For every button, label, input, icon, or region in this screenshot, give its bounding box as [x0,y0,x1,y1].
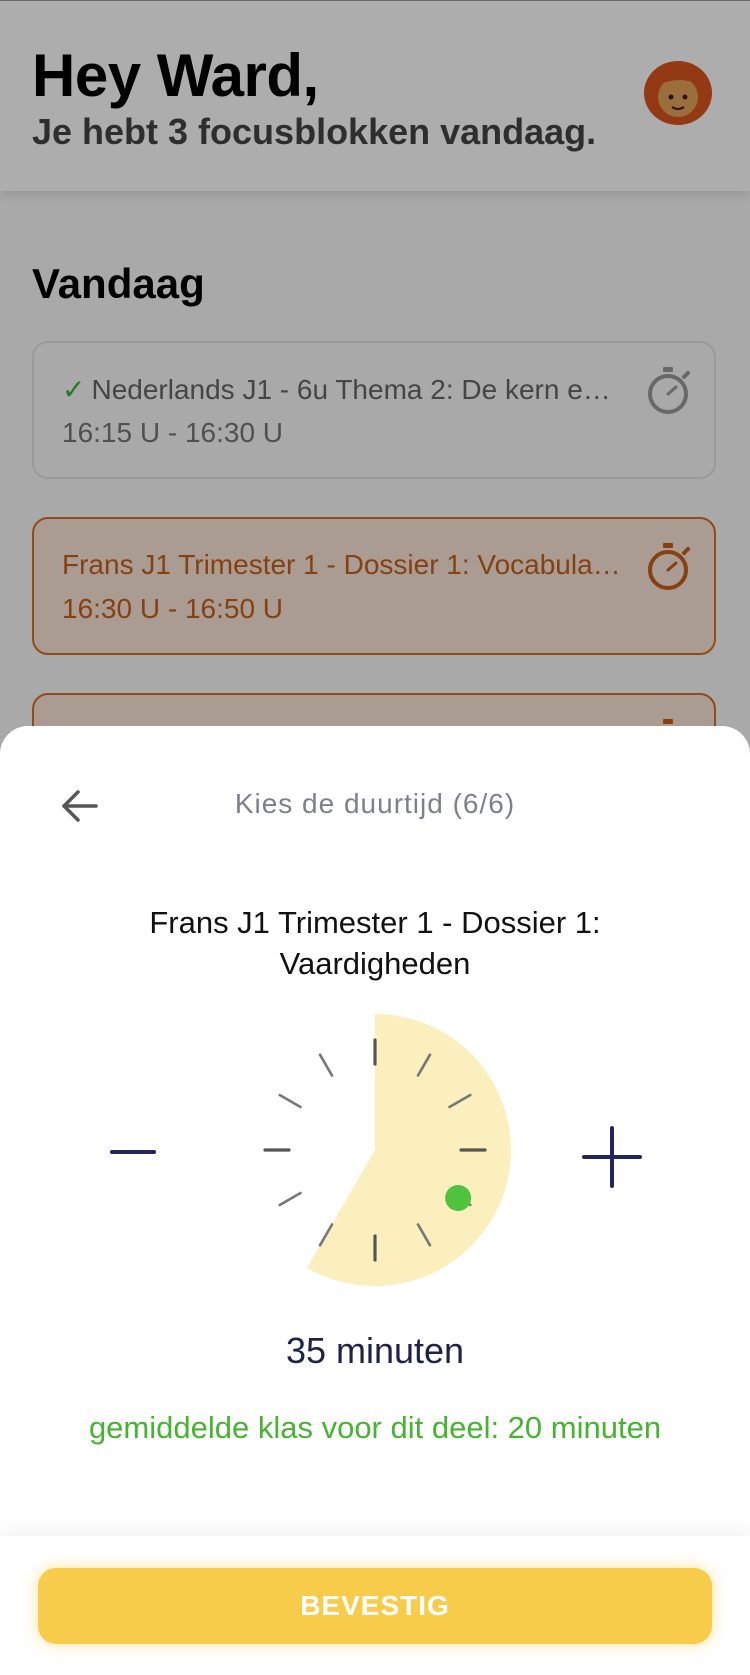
duration-picker-sheet: Kies de duurtijd (6/6) Frans J1 Trimeste… [0,726,750,1675]
dial-tick [278,1191,302,1207]
dial-tick [318,1053,334,1077]
duration-handle [445,1185,472,1211]
dial-tick [278,1093,302,1109]
selected-topic: Frans J1 Trimester 1 - Dossier 1: Vaardi… [149,905,601,981]
step-title: Kies de duurtijd (6/6) [234,788,516,819]
class-average-hint: gemiddelde klas voor dit deel: 20 minute… [88,1410,662,1445]
confirm-button[interactable]: BEVESTIG [38,1568,712,1644]
minus-icon[interactable] [108,1122,156,1182]
sheet-footer: BEVESTIG [0,1536,750,1675]
duration-value: 35 minuten [285,1330,465,1371]
plus-icon[interactable] [580,1122,644,1192]
duration-dial[interactable] [235,1010,515,1290]
